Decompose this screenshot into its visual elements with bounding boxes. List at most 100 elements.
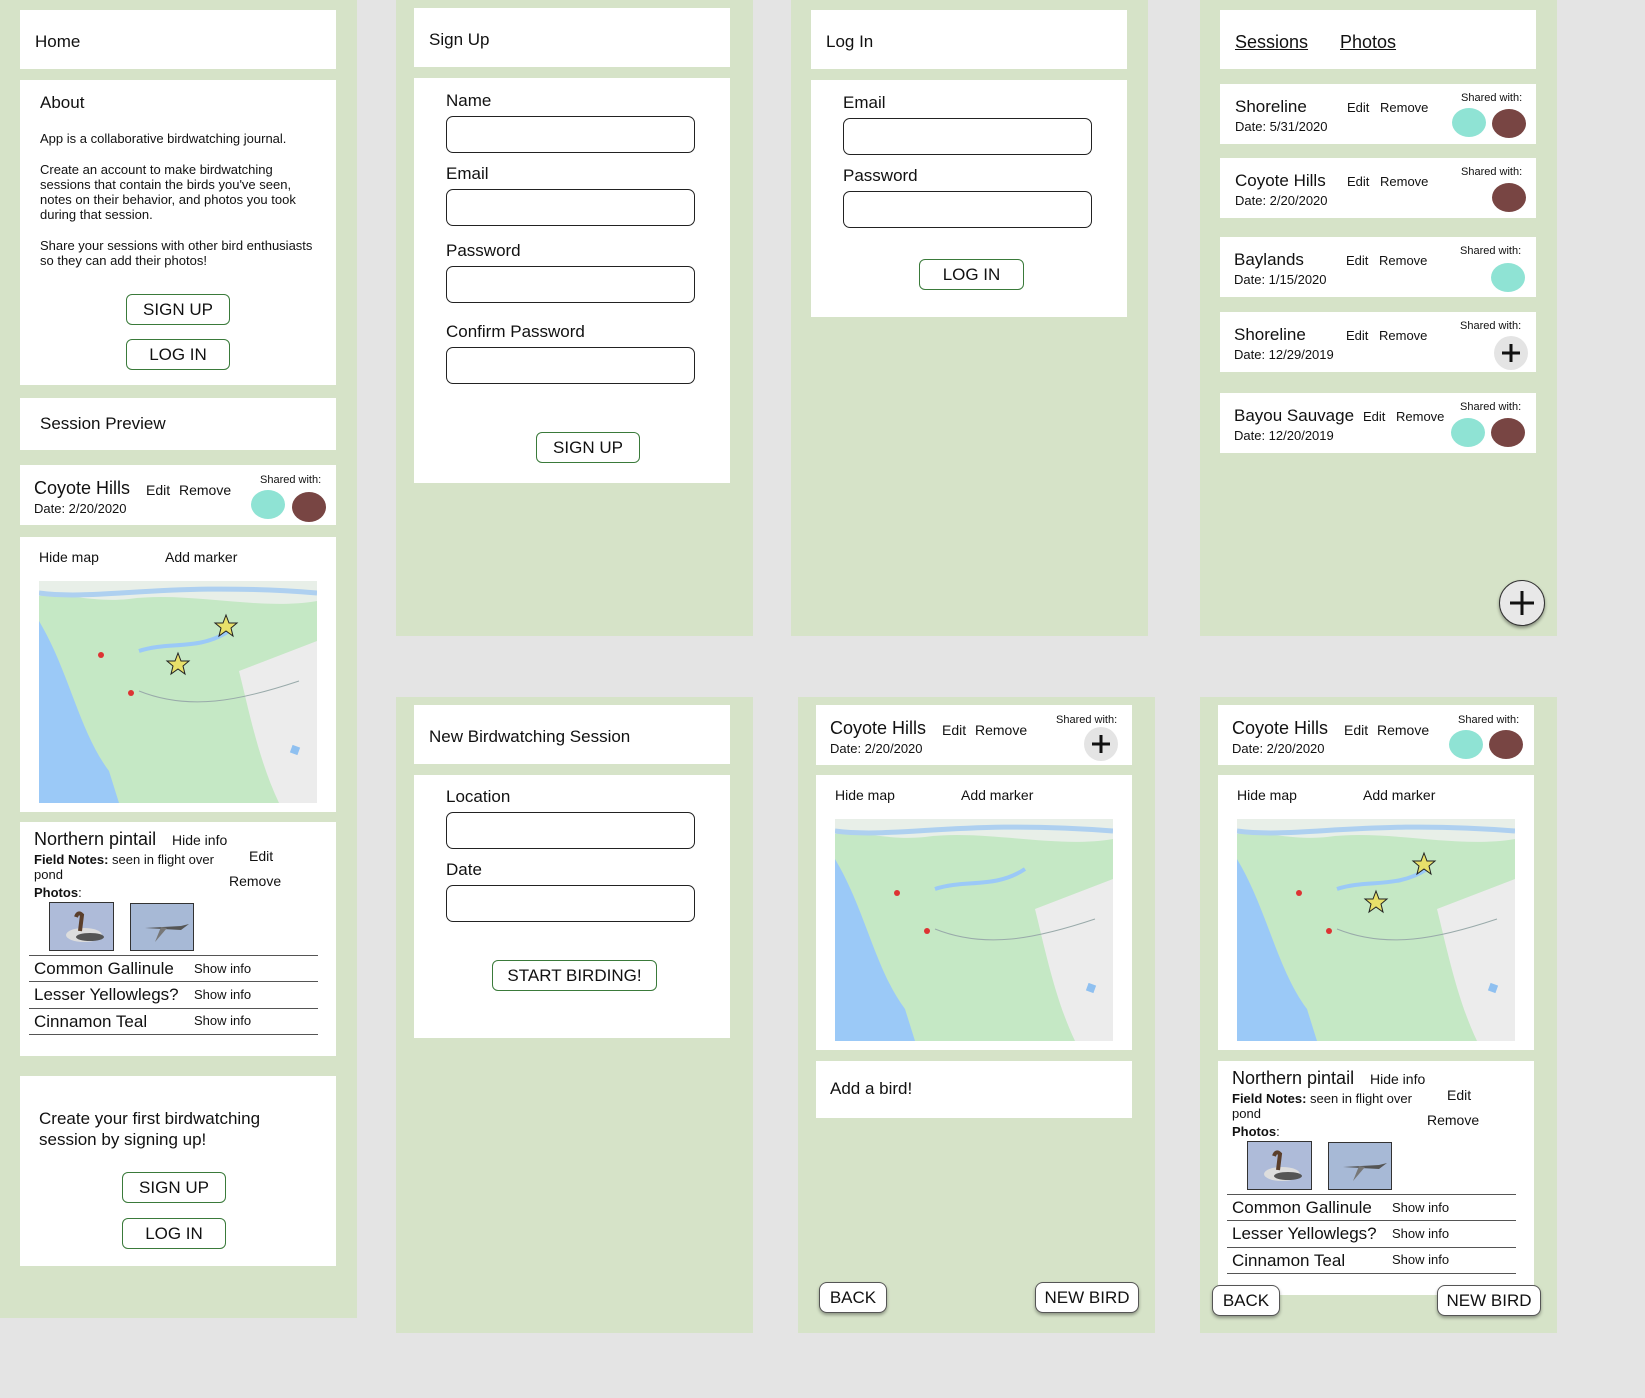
edit-link[interactable]: Edit: [146, 482, 170, 498]
bird-photo[interactable]: [1247, 1141, 1312, 1190]
session-detail-panel: Coyote Hills Date: 2/20/2020 Edit Remove…: [798, 697, 1155, 1333]
start-birding-button[interactable]: START BIRDING!: [492, 960, 657, 991]
edit-link[interactable]: Edit: [1346, 253, 1368, 268]
add-bird-card[interactable]: Add a bird!: [816, 1061, 1132, 1118]
edit-link[interactable]: Edit: [249, 848, 273, 864]
remove-link[interactable]: Remove: [1380, 100, 1428, 115]
remove-link[interactable]: Remove: [1377, 722, 1429, 738]
shared-user-avatar[interactable]: [1491, 418, 1525, 447]
password-field[interactable]: [446, 266, 695, 303]
shared-user-avatar[interactable]: [1491, 263, 1525, 292]
tab-sessions[interactable]: Sessions: [1235, 32, 1308, 53]
map-card: Hide map Add marker: [20, 537, 336, 812]
edit-link[interactable]: Edit: [1347, 174, 1369, 189]
remove-link[interactable]: Remove: [1396, 409, 1444, 424]
shared-with-label: Shared with:: [1460, 320, 1522, 332]
back-button[interactable]: BACK: [1212, 1285, 1280, 1316]
remove-link[interactable]: Remove: [1427, 1112, 1479, 1128]
session-list-item[interactable]: Shoreline Date: 12/29/2019 Edit Remove S…: [1220, 312, 1536, 372]
new-bird-button[interactable]: NEW BIRD: [1035, 1282, 1139, 1313]
show-info-link[interactable]: Show info: [194, 961, 251, 976]
signup-button[interactable]: SIGN UP: [536, 432, 640, 463]
remove-link[interactable]: Remove: [1380, 174, 1428, 189]
add-marker-link[interactable]: Add marker: [1363, 787, 1435, 803]
session-list-item[interactable]: Baylands Date: 1/15/2020 Edit Remove Sha…: [1220, 237, 1536, 297]
session-map[interactable]: [835, 819, 1113, 1041]
new-session-form: Location Date START BIRDING!: [414, 775, 730, 1038]
remove-link[interactable]: Remove: [1379, 253, 1427, 268]
login-button[interactable]: LOG IN: [122, 1218, 226, 1249]
about-title: About: [40, 93, 85, 112]
login-button[interactable]: LOG IN: [126, 339, 230, 370]
tab-photos[interactable]: Photos: [1340, 32, 1396, 53]
edit-link[interactable]: Edit: [1347, 100, 1369, 115]
show-info-link[interactable]: Show info: [194, 1013, 251, 1028]
password-field[interactable]: [843, 191, 1092, 228]
bird-photo[interactable]: [130, 903, 194, 951]
session-list-item[interactable]: Shoreline Date: 5/31/2020 Edit Remove Sh…: [1220, 84, 1536, 144]
shared-user-avatar[interactable]: [1492, 183, 1526, 212]
confirm-password-label: Confirm Password: [446, 322, 585, 341]
bird-name: Northern pintail: [34, 829, 157, 849]
about-card: About App is a collaborative birdwatchin…: [20, 80, 336, 385]
shared-with-label: Shared with:: [1460, 245, 1522, 257]
edit-link[interactable]: Edit: [1344, 722, 1368, 738]
hide-map-link[interactable]: Hide map: [1237, 787, 1297, 803]
hide-info-link[interactable]: Hide info: [1370, 1071, 1425, 1087]
add-share-icon[interactable]: [1494, 336, 1528, 370]
add-share-icon[interactable]: [1084, 727, 1118, 761]
shared-user-avatar[interactable]: [1489, 730, 1523, 759]
session-name: Shoreline: [1235, 97, 1307, 116]
signup-button[interactable]: SIGN UP: [126, 294, 230, 325]
about-text-1: App is a collaborative birdwatching jour…: [40, 131, 287, 146]
hide-info-link[interactable]: Hide info: [172, 832, 227, 848]
date-field[interactable]: [446, 885, 695, 922]
show-info-link[interactable]: Show info: [1392, 1252, 1449, 1267]
shared-user-avatar[interactable]: [1451, 418, 1485, 447]
map-graphic: [39, 581, 317, 803]
session-map[interactable]: [39, 581, 317, 803]
name-field[interactable]: [446, 116, 695, 153]
email-field[interactable]: [446, 189, 695, 226]
edit-link[interactable]: Edit: [1447, 1087, 1471, 1103]
login-button[interactable]: LOG IN: [919, 259, 1024, 290]
shared-user-avatar[interactable]: [251, 490, 285, 519]
session-map[interactable]: [1237, 819, 1515, 1041]
session-name: Coyote Hills: [1232, 718, 1329, 738]
duck-icon: [50, 903, 113, 950]
new-bird-button[interactable]: NEW BIRD: [1437, 1285, 1541, 1316]
show-info-link[interactable]: Show info: [1392, 1226, 1449, 1241]
remove-link[interactable]: Remove: [1379, 328, 1427, 343]
edit-link[interactable]: Edit: [1346, 328, 1368, 343]
remove-link[interactable]: Remove: [179, 482, 231, 498]
edit-link[interactable]: Edit: [942, 722, 966, 738]
shared-with-label: Shared with:: [1460, 401, 1522, 413]
session-list-item[interactable]: Coyote Hills Date: 2/20/2020 Edit Remove…: [1220, 158, 1536, 218]
remove-link[interactable]: Remove: [975, 722, 1027, 738]
add-marker-link[interactable]: Add marker: [961, 787, 1033, 803]
shared-user-avatar[interactable]: [1492, 109, 1526, 138]
hide-map-link[interactable]: Hide map: [835, 787, 895, 803]
shared-user-avatar[interactable]: [292, 492, 326, 522]
hide-map-link[interactable]: Hide map: [39, 549, 99, 565]
show-info-link[interactable]: Show info: [194, 987, 251, 1002]
email-field[interactable]: [843, 118, 1092, 155]
edit-link[interactable]: Edit: [1363, 409, 1385, 424]
bird-photo[interactable]: [49, 902, 114, 951]
location-field[interactable]: [446, 812, 695, 849]
confirm-password-field[interactable]: [446, 347, 695, 384]
remove-link[interactable]: Remove: [229, 873, 281, 889]
show-info-link[interactable]: Show info: [1392, 1200, 1449, 1215]
signup-button[interactable]: SIGN UP: [122, 1172, 226, 1203]
add-session-button[interactable]: [1499, 580, 1545, 626]
session-date: Date: 12/29/2019: [1234, 347, 1334, 362]
back-button[interactable]: BACK: [819, 1282, 887, 1313]
bird-photo[interactable]: [1328, 1142, 1392, 1190]
page-title: Home: [35, 32, 81, 51]
session-list-item[interactable]: Bayou Sauvage Date: 12/20/2019 Edit Remo…: [1220, 393, 1536, 453]
shared-user-avatar[interactable]: [1449, 730, 1483, 759]
add-marker-link[interactable]: Add marker: [165, 549, 237, 565]
shared-with-label: Shared with:: [260, 474, 322, 486]
shared-user-avatar[interactable]: [1452, 108, 1486, 137]
sessions-panel: Sessions Photos Shoreline Date: 5/31/202…: [1200, 0, 1557, 636]
